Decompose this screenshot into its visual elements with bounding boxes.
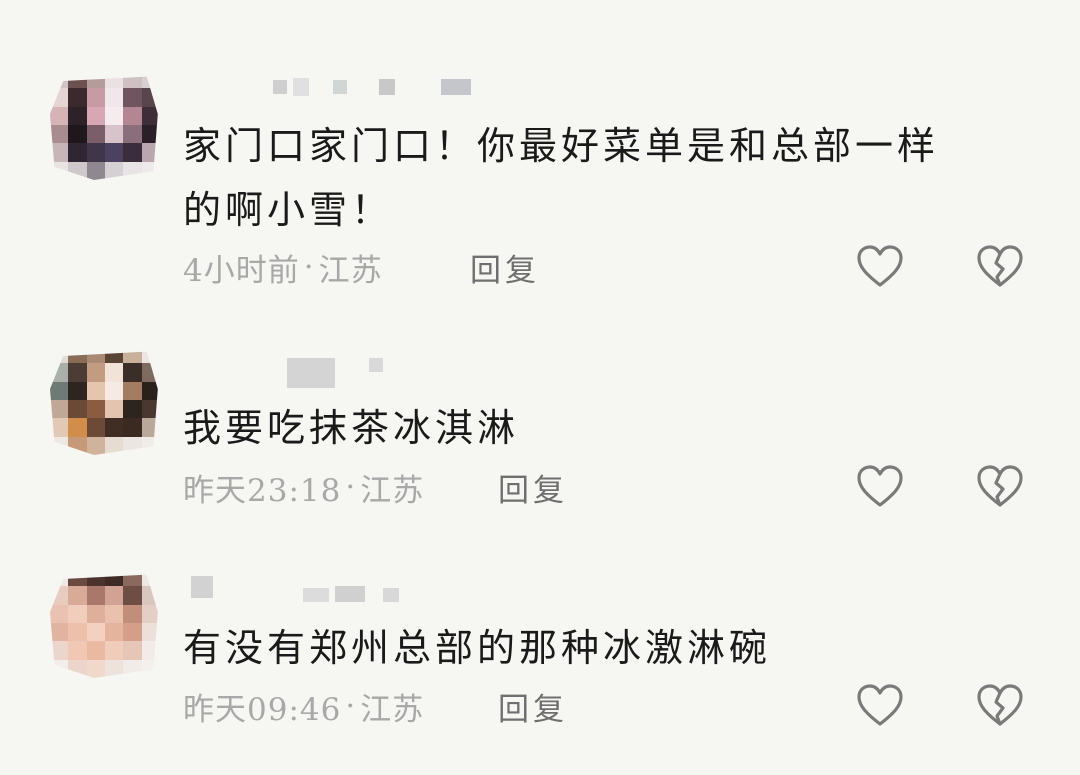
comment-meta: 昨天23:18 · 江苏 xyxy=(183,465,424,509)
username-blurred[interactable] xyxy=(185,358,383,388)
meta-separator: · xyxy=(345,688,357,724)
username-blurred[interactable] xyxy=(185,72,471,102)
reply-button[interactable]: 回复 xyxy=(498,684,568,729)
comment-text-line: 的啊小雪！ xyxy=(183,188,394,232)
broken-heart-icon xyxy=(977,245,1023,287)
meta-separator: · xyxy=(345,469,357,505)
heart-outline-icon xyxy=(857,245,903,287)
heart-outline-icon xyxy=(857,465,903,507)
avatar[interactable] xyxy=(50,351,158,455)
reply-button[interactable]: 回复 xyxy=(470,245,540,290)
comment-text-line: 有没有郑州总部的那种冰激淋碗 xyxy=(183,626,772,670)
comment-time: 昨天09:46 xyxy=(183,691,342,728)
dislike-button[interactable] xyxy=(975,682,1025,728)
avatar[interactable] xyxy=(50,76,158,180)
comment-meta: 昨天09:46 · 江苏 xyxy=(183,684,424,728)
comment-text: 我要吃抹茶冰淇淋 xyxy=(183,396,1023,460)
reply-button[interactable]: 回复 xyxy=(498,465,568,510)
heart-outline-icon xyxy=(857,684,903,726)
comment-item: 有没有郑州总部的那种冰激淋碗 昨天09:46 · 江苏 回复 xyxy=(0,530,1080,775)
comment-location: 江苏 xyxy=(318,252,383,289)
broken-heart-icon xyxy=(977,684,1023,726)
comment-meta: 4小时前 · 江苏 xyxy=(183,245,383,289)
comment-location: 江苏 xyxy=(360,472,425,509)
meta-separator: · xyxy=(303,249,315,285)
comment-text: 有没有郑州总部的那种冰激淋碗 xyxy=(183,616,1023,680)
like-button[interactable] xyxy=(855,682,905,728)
comment-text-line: 我要吃抹茶冰淇淋 xyxy=(183,406,520,450)
comment-item: 家门口家门口！你最好菜单是和总部一样 的啊小雪！ 4小时前 · 江苏 回复 xyxy=(0,0,1080,300)
comment-text: 家门口家门口！你最好菜单是和总部一样 的啊小雪！ xyxy=(183,114,1023,242)
comment-time: 昨天23:18 xyxy=(183,472,342,509)
like-button[interactable] xyxy=(855,243,905,289)
username-blurred[interactable] xyxy=(185,572,399,602)
comment-time: 4小时前 xyxy=(183,252,300,289)
avatar[interactable] xyxy=(50,574,158,678)
dislike-button[interactable] xyxy=(975,243,1025,289)
comment-text-line: 家门口家门口！你最好菜单是和总部一样 xyxy=(183,124,940,168)
broken-heart-icon xyxy=(977,465,1023,507)
like-button[interactable] xyxy=(855,463,905,509)
comment-item: 我要吃抹茶冰淇淋 昨天23:18 · 江苏 回复 xyxy=(0,300,1080,530)
dislike-button[interactable] xyxy=(975,463,1025,509)
comment-location: 江苏 xyxy=(360,691,425,728)
